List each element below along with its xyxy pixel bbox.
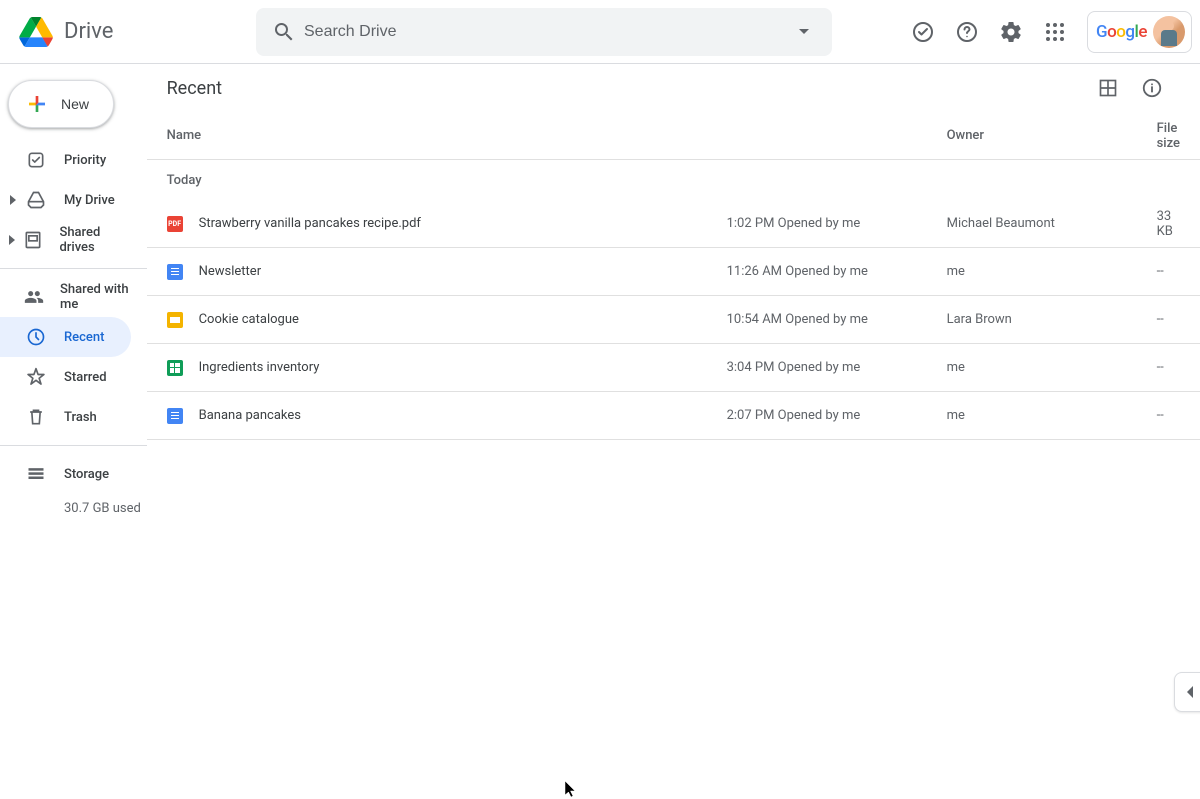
drive-logo-icon: [16, 12, 56, 52]
storage-used-label: 30.7 GB used: [0, 494, 147, 522]
divider: [0, 445, 147, 446]
sidebar-item-trash[interactable]: Trash: [0, 397, 131, 437]
account-switcher[interactable]: Google: [1087, 11, 1192, 53]
sidebar-item-label: Priority: [64, 153, 106, 168]
google-logo: Google: [1096, 22, 1147, 42]
search-icon[interactable]: [264, 12, 304, 52]
file-size: --: [1157, 408, 1180, 423]
column-name[interactable]: Name: [167, 128, 727, 143]
nav-storage: Storage: [0, 454, 147, 494]
ready-offline-icon[interactable]: [903, 12, 943, 52]
table-row[interactable]: Newsletter 11:26 AM Opened by me me --: [147, 248, 1200, 296]
file-owner: me: [947, 408, 1157, 423]
table-row[interactable]: PDF Strawberry vanilla pancakes recipe.pd…: [147, 200, 1200, 248]
file-size: --: [1157, 264, 1180, 279]
page-header: Recent: [147, 64, 1200, 112]
file-last-action: 3:04 PM Opened by me: [727, 360, 947, 375]
sidebar-item-recent[interactable]: Recent: [0, 317, 131, 357]
sidebar-item-starred[interactable]: Starred: [0, 357, 131, 397]
file-last-action: 1:02 PM Opened by me: [727, 216, 947, 231]
apps-grid-icon[interactable]: [1035, 12, 1075, 52]
file-last-action: 11:26 AM Opened by me: [727, 264, 947, 279]
settings-gear-icon[interactable]: [991, 12, 1031, 52]
file-last-action: 2:07 PM Opened by me: [727, 408, 947, 423]
sidebar-item-shared-with-me[interactable]: Shared with me: [0, 277, 131, 317]
sidebar: New Priority My Drive Sha: [0, 64, 147, 799]
sidebar-item-label: My Drive: [64, 193, 115, 208]
table-header: Name Owner File size: [147, 112, 1200, 160]
slides-file-icon: [167, 312, 183, 328]
trash-icon: [24, 405, 48, 429]
info-icon[interactable]: [1132, 68, 1172, 108]
sidebar-item-label: Recent: [64, 330, 104, 345]
product-name: Drive: [64, 19, 113, 44]
star-icon: [24, 365, 48, 389]
doc-file-icon: [167, 264, 183, 280]
page-title: Recent: [167, 78, 1088, 99]
my-drive-icon: [24, 188, 48, 212]
file-size: 33 KB: [1157, 209, 1180, 239]
sidebar-item-my-drive[interactable]: My Drive: [0, 180, 131, 220]
grid-view-icon[interactable]: [1088, 68, 1128, 108]
column-owner[interactable]: Owner: [947, 128, 1157, 143]
sidebar-item-label: Storage: [64, 467, 109, 482]
app-header: Drive Google: [0, 0, 1200, 64]
sidebar-item-priority[interactable]: Priority: [0, 140, 131, 180]
file-owner: me: [947, 264, 1157, 279]
sidebar-item-storage[interactable]: Storage: [0, 454, 131, 494]
chevron-right-icon[interactable]: [4, 235, 22, 245]
clock-icon: [24, 325, 48, 349]
table-row[interactable]: Cookie catalogue 10:54 AM Opened by me L…: [147, 296, 1200, 344]
table-row[interactable]: Banana pancakes 2:07 PM Opened by me me …: [147, 392, 1200, 440]
file-owner: Michael Beaumont: [947, 216, 1157, 231]
file-owner: Lara Brown: [947, 312, 1157, 327]
file-size: --: [1157, 360, 1180, 375]
divider: [0, 268, 147, 269]
storage-icon: [24, 462, 48, 486]
sidebar-item-label: Shared with me: [60, 282, 131, 312]
side-panel-toggle[interactable]: [1174, 672, 1200, 712]
sheets-file-icon: [167, 360, 183, 376]
header-actions: Google: [903, 11, 1192, 53]
file-name: Strawberry vanilla pancakes recipe.pdf: [199, 216, 421, 231]
table-row[interactable]: Ingredients inventory 3:04 PM Opened by …: [147, 344, 1200, 392]
plus-icon: [25, 92, 49, 116]
people-icon: [24, 285, 44, 309]
file-name: Ingredients inventory: [199, 360, 320, 375]
search-options-dropdown-icon[interactable]: [784, 12, 824, 52]
chevron-left-icon: [1185, 686, 1193, 698]
search-input[interactable]: [304, 23, 784, 41]
search-box[interactable]: [256, 8, 832, 56]
file-name: Newsletter: [199, 264, 262, 279]
main-content: Recent Name Owner File size Today PDF Str…: [147, 64, 1200, 799]
file-size: --: [1157, 312, 1180, 327]
file-table: Name Owner File size Today PDF Strawberry…: [147, 112, 1200, 440]
nav-primary: Priority My Drive Shared drives: [0, 140, 147, 260]
sidebar-item-label: Trash: [64, 410, 97, 425]
column-file-size[interactable]: File size: [1157, 121, 1180, 151]
file-owner: me: [947, 360, 1157, 375]
pdf-file-icon: PDF: [167, 216, 183, 232]
chevron-right-icon[interactable]: [4, 195, 24, 205]
shared-drives-icon: [22, 228, 44, 252]
sidebar-item-label: Shared drives: [59, 225, 130, 255]
sidebar-item-label: Starred: [64, 370, 107, 385]
logo-area[interactable]: Drive: [16, 12, 256, 52]
new-button[interactable]: New: [8, 80, 114, 128]
file-name: Banana pancakes: [199, 408, 301, 423]
new-button-label: New: [61, 96, 89, 112]
file-name: Cookie catalogue: [199, 312, 299, 327]
file-last-action: 10:54 AM Opened by me: [727, 312, 947, 327]
section-header: Today: [147, 160, 1200, 200]
nav-secondary: Shared with me Recent Starred Trash: [0, 277, 147, 437]
priority-icon: [24, 148, 48, 172]
doc-file-icon: [167, 408, 183, 424]
sidebar-item-shared-drives[interactable]: Shared drives: [0, 220, 131, 260]
help-icon[interactable]: [947, 12, 987, 52]
user-avatar: [1153, 16, 1185, 48]
